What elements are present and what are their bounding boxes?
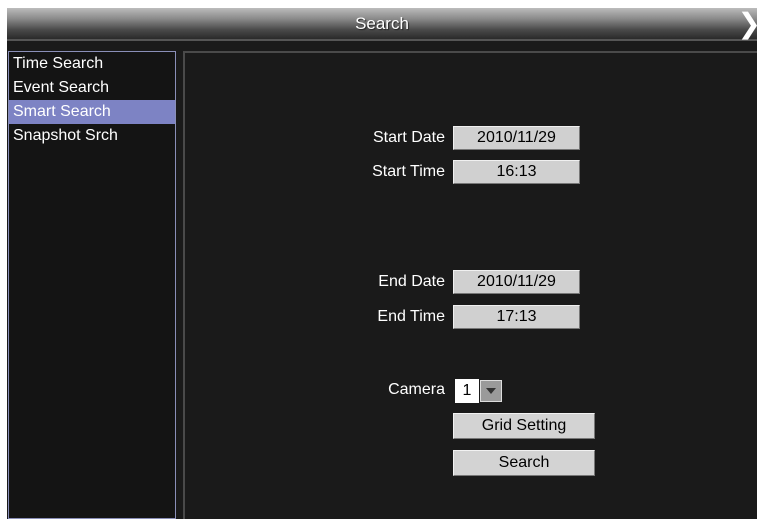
- camera-value[interactable]: 1: [455, 379, 479, 403]
- sidebar-item-time-search[interactable]: Time Search: [9, 52, 175, 76]
- start-date-label: Start Date: [372, 129, 445, 146]
- sidebar-item-event-search[interactable]: Event Search: [9, 76, 175, 100]
- sidebar-item-smart-search[interactable]: Smart Search: [9, 100, 175, 124]
- search-mode-sidebar: Time Search Event Search Smart Search Sn…: [8, 51, 176, 519]
- search-form-panel: Start Date 2010/11/29 Start Time 16:13 E…: [183, 51, 757, 519]
- start-time-label: Start Time: [372, 163, 445, 180]
- chevron-right-icon[interactable]: ❯: [738, 10, 757, 38]
- search-window: Search ❯ Time Search Event Search Smart …: [7, 8, 757, 519]
- start-time-field[interactable]: 16:13: [453, 160, 580, 184]
- end-time-field[interactable]: 17:13: [453, 305, 580, 329]
- sidebar-item-snapshot-search[interactable]: Snapshot Srch: [9, 124, 175, 148]
- title-bar: Search ❯: [7, 8, 757, 41]
- end-date-field[interactable]: 2010/11/29: [453, 270, 580, 294]
- camera-select[interactable]: 1: [455, 379, 503, 403]
- start-date-field[interactable]: 2010/11/29: [453, 126, 580, 150]
- end-time-label: End Time: [377, 308, 445, 325]
- search-button[interactable]: Search: [453, 450, 595, 476]
- camera-label: Camera: [388, 381, 445, 398]
- grid-setting-button[interactable]: Grid Setting: [453, 413, 595, 439]
- end-date-label: End Date: [378, 273, 445, 290]
- window-title: Search: [355, 14, 409, 33]
- dropdown-arrow-icon[interactable]: [480, 380, 502, 402]
